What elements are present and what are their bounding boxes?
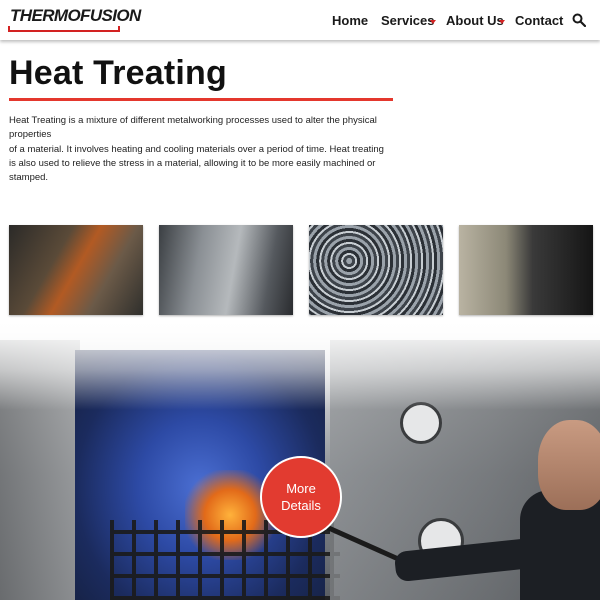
nav-contact[interactable]: Contact <box>515 13 563 28</box>
more-details-label: More Details <box>281 481 321 513</box>
logo-wordmark: THERMOFUSION <box>10 6 141 25</box>
intro-line: is also used to relieve the stress in a … <box>9 157 376 184</box>
vacuum-furnace-photo[interactable] <box>159 225 293 315</box>
nav-home[interactable]: Home <box>332 13 368 28</box>
hardness-testing-photo[interactable] <box>459 225 593 315</box>
worker-head <box>538 420 600 510</box>
intro-paragraph: Heat Treating is a mixture of different … <box>9 114 404 185</box>
title-divider <box>9 98 393 101</box>
about-us-caret-icon[interactable] <box>499 20 505 24</box>
worker-at-furnace-photo[interactable] <box>9 225 143 315</box>
logo-underline <box>8 26 120 32</box>
nav-about-us[interactable]: About Us <box>446 13 504 28</box>
site-header: THERMOFUSION Home Services About Us Cont… <box>0 0 600 40</box>
intro-line: Heat Treating is a mixture of different … <box>9 115 377 141</box>
thermofusion-logo[interactable]: THERMOFUSION <box>8 6 141 32</box>
services-caret-icon[interactable] <box>430 20 436 24</box>
nav-services[interactable]: Services <box>381 13 435 28</box>
more-details-button[interactable]: More Details <box>260 456 342 538</box>
intro-line: of a material. It involves heating and c… <box>9 143 384 155</box>
page-title: Heat Treating <box>9 54 227 92</box>
hero-fade <box>0 320 600 410</box>
search-icon[interactable] <box>572 13 586 27</box>
metal-parts-photo[interactable] <box>309 225 443 315</box>
